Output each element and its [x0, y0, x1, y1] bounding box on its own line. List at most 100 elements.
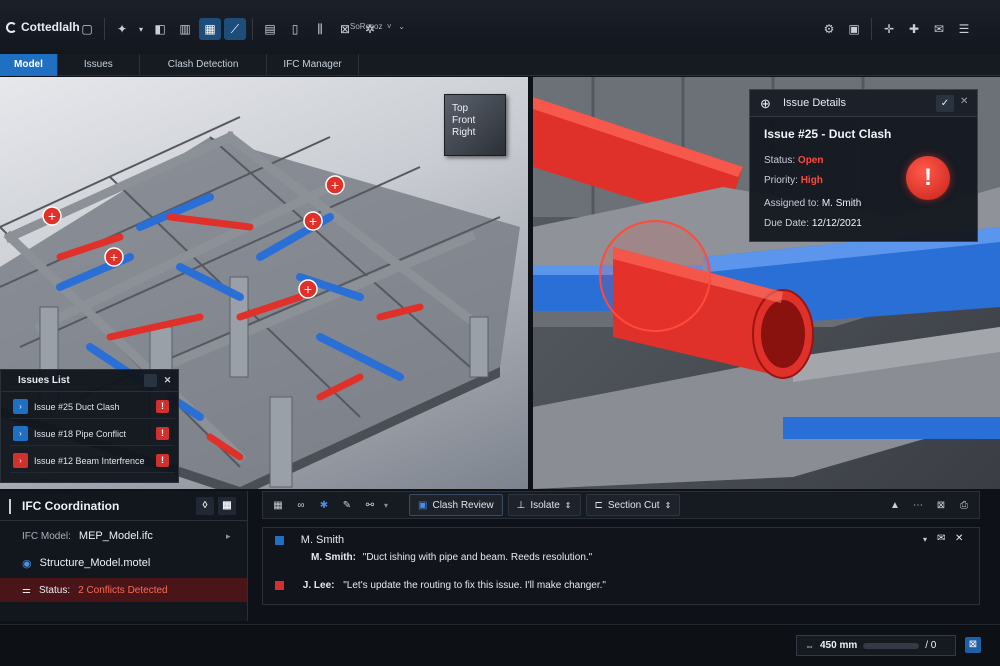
chevron-down-icon[interactable]: ▾ [923, 535, 927, 544]
close-icon[interactable]: ✕ [955, 533, 963, 544]
comment-header-author: M. Smith [300, 534, 345, 546]
section-cut-icon: ⊏ [594, 499, 603, 511]
toolbar-group-left: ▢ ✦ ▾ ◧ ▥ ▦ ⟋ ▤ ▯ ⫼ ⊠ ✲ [76, 18, 381, 40]
user-avatar-icon [275, 580, 284, 590]
section-box-icon[interactable]: ◧ [149, 18, 171, 40]
ifc-panel-header: IFC Coordination ◊ ▦ [0, 491, 247, 521]
view-cube[interactable]: Top Front Right [444, 94, 506, 156]
minimize-icon[interactable] [144, 374, 157, 387]
grid-view-icon[interactable]: ▦ [199, 18, 221, 40]
svg-text:+: + [308, 215, 317, 228]
model-viewport[interactable]: + + + + + Top Front Right Issues List ✕ … [0, 77, 528, 489]
search-combo[interactable]: SoRecoz ˅ ⌄ [350, 22, 405, 31]
grid-icon[interactable]: ▦ [218, 497, 236, 515]
issue-list-item[interactable]: › Issue #12 Beam Interfrence ! [10, 449, 175, 473]
assigned-label: Assigned to: [764, 198, 820, 209]
sliders-icon: ⚌ [22, 584, 31, 596]
issue-list-item[interactable]: › Issue #25 Duct Clash ! [10, 395, 175, 419]
crosshair-icon[interactable]: ✛ [878, 18, 900, 40]
view-cube-front[interactable]: Front [452, 115, 505, 127]
chevron-down-icon[interactable]: ▾ [384, 501, 388, 510]
logo-icon [6, 21, 17, 33]
gear-icon[interactable]: ⚙ [818, 18, 840, 40]
assigned-value: M. Smith [821, 198, 862, 209]
structure-model-row[interactable]: ◉ Structure_Model.motel [0, 551, 247, 575]
plus-icon[interactable]: ✚ [903, 18, 925, 40]
app-title: Cottedlalh [21, 20, 80, 34]
status-value: Open [797, 155, 824, 166]
mail-icon[interactable]: ✉ [937, 533, 945, 544]
issue-red-icon: › [13, 453, 28, 468]
dots-icon[interactable]: ⋯ [909, 496, 927, 514]
app-logo: Cottedlalh [6, 20, 80, 34]
issue-details-title: Issue Details [783, 97, 846, 109]
close-icon[interactable]: ✕ [960, 96, 968, 107]
export-icon[interactable]: ⊠ [932, 496, 950, 514]
ifc-model-row[interactable]: IFC Model: MEP_Model.ifc ▸ [0, 524, 247, 548]
issue-list-item[interactable]: › Issue #18 Pipe Conflict ! [10, 422, 175, 446]
conflict-status-row[interactable]: ⚌ Status: 2 Conflicts Detected [0, 578, 247, 602]
view-cube-right[interactable]: Right [452, 127, 505, 139]
chevron-right-icon: ▸ [226, 530, 231, 541]
issues-list-header: Issues List ✕ [1, 370, 178, 392]
comment-header: M. Smith [275, 534, 344, 546]
view-cube-top[interactable]: Top [452, 103, 505, 115]
review-icon: ▣ [418, 499, 428, 511]
tab-clash-detection[interactable]: Clash Detection [140, 54, 268, 76]
shield-icon[interactable]: ◊ [196, 497, 214, 515]
globe-icon: ◉ [22, 557, 32, 570]
bell-icon[interactable]: ▲ [886, 496, 904, 514]
issues-list-title: Issues List [18, 375, 70, 386]
clash-review-button[interactable]: ▣ Clash Review [409, 494, 503, 516]
search-combo-label: SoRecoz [350, 22, 383, 31]
issues-list-panel: Issues List ✕ › Issue #25 Duct Clash ! ›… [0, 369, 179, 483]
wand-icon[interactable]: ⚯ [361, 496, 379, 514]
issue-blue-icon: › [13, 399, 28, 414]
tab-ifc-manager[interactable]: IFC Manager [267, 54, 359, 76]
section-cut-button[interactable]: ⊏ Section Cut ⇕ [585, 494, 681, 516]
pen-icon[interactable]: ✎ [338, 496, 356, 514]
tab-issues[interactable]: Issues [58, 54, 140, 76]
chevron-down-icon: ⇕ [664, 500, 672, 510]
fullscreen-icon[interactable]: ⊠ [965, 637, 981, 653]
bar-chart-icon[interactable]: ▯ [284, 18, 306, 40]
clash-review-label: Clash Review [432, 499, 494, 511]
columns-icon[interactable]: ⫼ [309, 18, 331, 40]
priority-flag-icon: ! [156, 400, 169, 413]
isolate-icon: ⊥ [516, 499, 526, 511]
ifc-model-label: IFC Model: [22, 530, 71, 542]
zoom-slider[interactable] [863, 642, 920, 649]
print-icon[interactable]: ⎙ [955, 496, 973, 514]
comments-panel: ▦ ∞ ✱ ✎ ⚯ ▾ ▣ Clash Review ⊥ Isolate ⇕ ⊏… [262, 491, 980, 621]
chevron-down-icon: ˅ ⌄ [384, 22, 405, 31]
app-window: Cottedlalh ▢ ✦ ▾ ◧ ▥ ▦ ⟋ ▤ ▯ ⫼ ⊠ ✲ SoRec… [0, 0, 1000, 666]
conflict-count: 2 Conflicts Detected [78, 584, 168, 596]
link-icon[interactable]: ∞ [292, 496, 310, 514]
camera-icon[interactable]: ▣ [843, 18, 865, 40]
layers-icon[interactable]: ▤ [259, 18, 281, 40]
tab-model[interactable]: Model [0, 54, 58, 76]
ifc-model-value: MEP_Model.ifc [78, 530, 153, 542]
isolate-button[interactable]: ⊥ Isolate ⇕ [507, 494, 581, 516]
isolate-label: Isolate [530, 499, 560, 511]
select-arrow-icon[interactable]: ✦ [111, 18, 133, 40]
frame-icon[interactable]: ▢ [76, 18, 98, 40]
priority-value: High [800, 175, 823, 186]
zoom-control[interactable]: ⇔ 450 mm / 0 [796, 635, 956, 656]
comment-message: J. Lee: "Let's update the routing to fix… [275, 580, 606, 591]
menu-icon[interactable]: ☰ [953, 18, 975, 40]
pin-icon[interactable]: ✓ [936, 95, 954, 112]
measure-icon[interactable]: ⟋ [224, 18, 246, 40]
close-icon[interactable]: ✕ [161, 374, 174, 387]
snowflake-icon[interactable]: ✱ [315, 496, 333, 514]
issue-title: Issue #25 - Duct Clash [764, 127, 892, 141]
svg-text:+: + [303, 283, 312, 296]
issue-details-header: ⊕ Issue Details ✓ ✕ [750, 90, 977, 117]
priority-flag-icon: ! [156, 427, 169, 440]
status-bar: ⇔ 450 mm / 0 ⊠ [0, 624, 1000, 666]
chevron-down-icon[interactable]: ▾ [136, 18, 146, 40]
mail-icon[interactable]: ✉ [928, 18, 950, 40]
cut-plane-icon[interactable]: ▥ [174, 18, 196, 40]
priority-label: Priority: [764, 175, 798, 186]
grid-icon[interactable]: ▦ [269, 496, 287, 514]
